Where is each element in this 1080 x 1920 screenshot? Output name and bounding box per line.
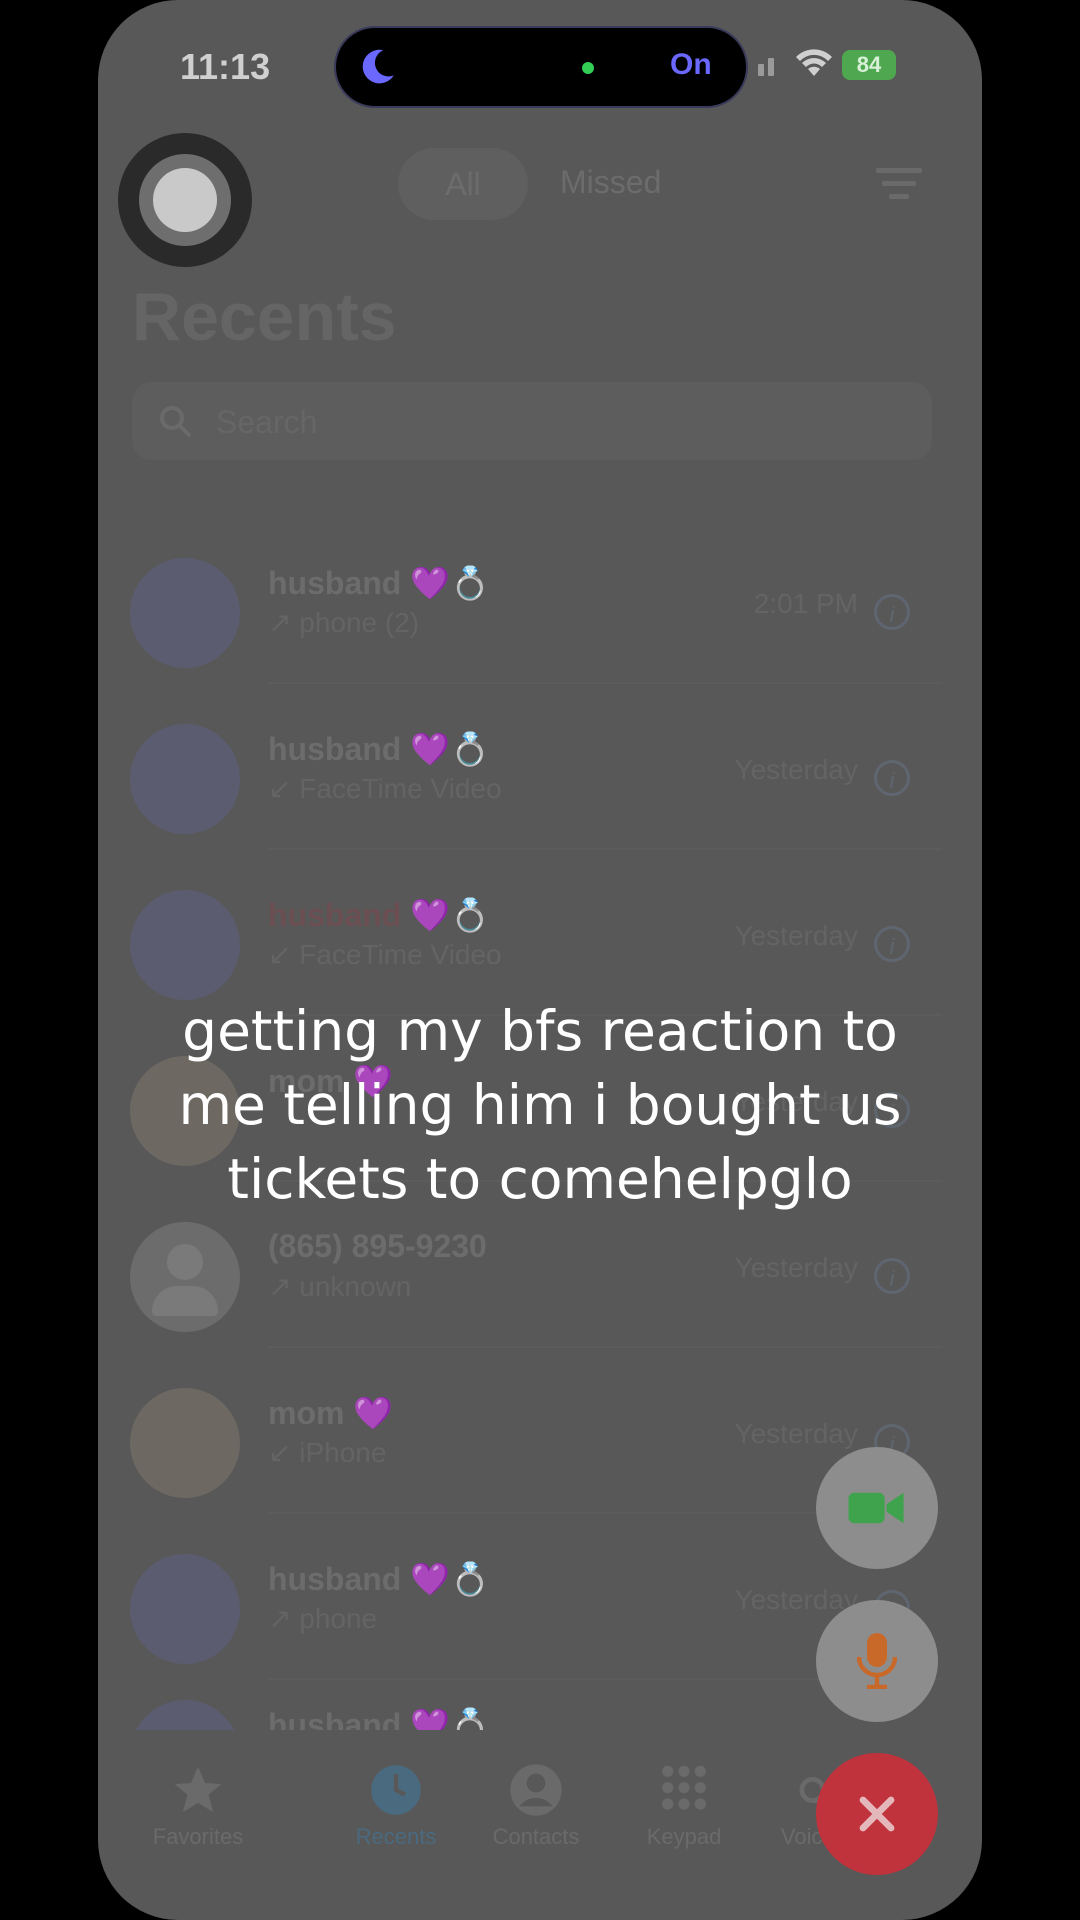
microphone-button[interactable] xyxy=(816,1600,938,1722)
call-detail: ↙ FaceTime Video xyxy=(268,773,502,804)
contact-avatar xyxy=(130,558,240,668)
contact-avatar xyxy=(130,1554,240,1664)
caller-name: (865) 895-9230 xyxy=(268,1228,487,1264)
search-placeholder: Search xyxy=(216,404,318,440)
caller-name: mom 💜 xyxy=(268,1395,394,1431)
call-time: Yesterday xyxy=(734,1252,859,1283)
call-time: Yesterday xyxy=(734,1584,859,1615)
person-circle-icon xyxy=(510,1764,562,1816)
caller-name: husband 💜💍 xyxy=(268,897,490,933)
caption-line: me telling him i bought us xyxy=(178,1073,902,1137)
caption-line: getting my bfs reaction to xyxy=(182,999,898,1063)
contact-avatar xyxy=(130,890,240,1000)
call-detail: ↗ unknown xyxy=(268,1271,412,1302)
moon-icon xyxy=(362,49,394,84)
call-time: Yesterday xyxy=(734,1418,859,1449)
call-row[interactable]: husband 💜💍 ↗ phone (2) 2:01 PM i xyxy=(98,518,982,684)
call-row[interactable]: husband 💜💍 ↙ FaceTime Video Yesterday i xyxy=(98,684,982,850)
wifi-icon xyxy=(796,49,832,76)
contact-avatar xyxy=(130,1700,240,1730)
battery-indicator: 84 xyxy=(842,50,896,80)
page-title: Recents xyxy=(132,279,397,355)
assistive-touch-button[interactable] xyxy=(118,133,252,267)
microphone-icon xyxy=(857,1633,897,1689)
filter-icon[interactable] xyxy=(876,166,922,202)
segment-all[interactable]: All xyxy=(398,148,528,220)
tab-label: Contacts xyxy=(492,1824,580,1849)
call-detail: ↙ FaceTime Video xyxy=(268,939,502,970)
camera-indicator-dot xyxy=(582,62,594,74)
caller-name: husband 💜💍 xyxy=(268,1561,490,1597)
call-detail: ↙ iPhone xyxy=(268,1437,387,1468)
call-detail: ↗ phone xyxy=(268,1603,378,1634)
call-row[interactable]: husband 💜💍 ↙ FaceTime Video Yesterday i xyxy=(98,850,982,1016)
signal-icon xyxy=(758,58,774,76)
call-time: 2:01 PM xyxy=(753,588,858,619)
info-icon[interactable]: i xyxy=(874,926,910,962)
tab-label: Keypad xyxy=(646,1824,722,1849)
tab-favorites[interactable]: Favorites xyxy=(128,1760,268,1850)
search-bar[interactable]: Search xyxy=(132,382,932,460)
generic-person-avatar xyxy=(130,1222,240,1332)
info-icon[interactable]: i xyxy=(874,1258,910,1294)
contact-avatar xyxy=(130,724,240,834)
caller-name: husband 💜💍 xyxy=(268,731,490,767)
call-time: Yesterday xyxy=(734,754,859,785)
call-time: Yesterday xyxy=(734,920,859,951)
search-icon xyxy=(160,406,191,437)
tab-recents[interactable]: Recents xyxy=(326,1760,466,1850)
facetime-video-button[interactable] xyxy=(816,1447,938,1569)
end-call-button[interactable] xyxy=(816,1753,938,1875)
call-detail: ↗ phone (2) xyxy=(268,607,420,638)
tab-label: Recents xyxy=(355,1824,437,1849)
tab-keypad[interactable]: Keypad xyxy=(614,1760,754,1850)
star-icon xyxy=(174,1766,222,1813)
contact-photo-avatar xyxy=(130,1388,240,1498)
info-icon[interactable]: i xyxy=(874,760,910,796)
clock-icon xyxy=(371,1765,421,1815)
dynamic-island[interactable]: On xyxy=(334,26,748,108)
close-icon xyxy=(859,1796,895,1832)
segment-missed[interactable]: Missed xyxy=(560,164,661,201)
video-caption: getting my bfs reaction to me telling hi… xyxy=(0,994,1080,1216)
tab-label: Favorites xyxy=(152,1824,244,1849)
video-camera-icon xyxy=(848,1492,904,1524)
caller-name: husband 💜💍 xyxy=(268,1707,490,1730)
tab-contacts[interactable]: Contacts xyxy=(466,1760,606,1850)
info-icon[interactable]: i xyxy=(874,594,910,630)
caption-line: tickets to comehelpglo xyxy=(227,1147,853,1211)
focus-status-label: On xyxy=(670,48,712,81)
status-time: 11:13 xyxy=(180,46,271,87)
keypad-icon xyxy=(662,1765,706,1810)
caller-name: husband 💜💍 xyxy=(268,565,490,601)
